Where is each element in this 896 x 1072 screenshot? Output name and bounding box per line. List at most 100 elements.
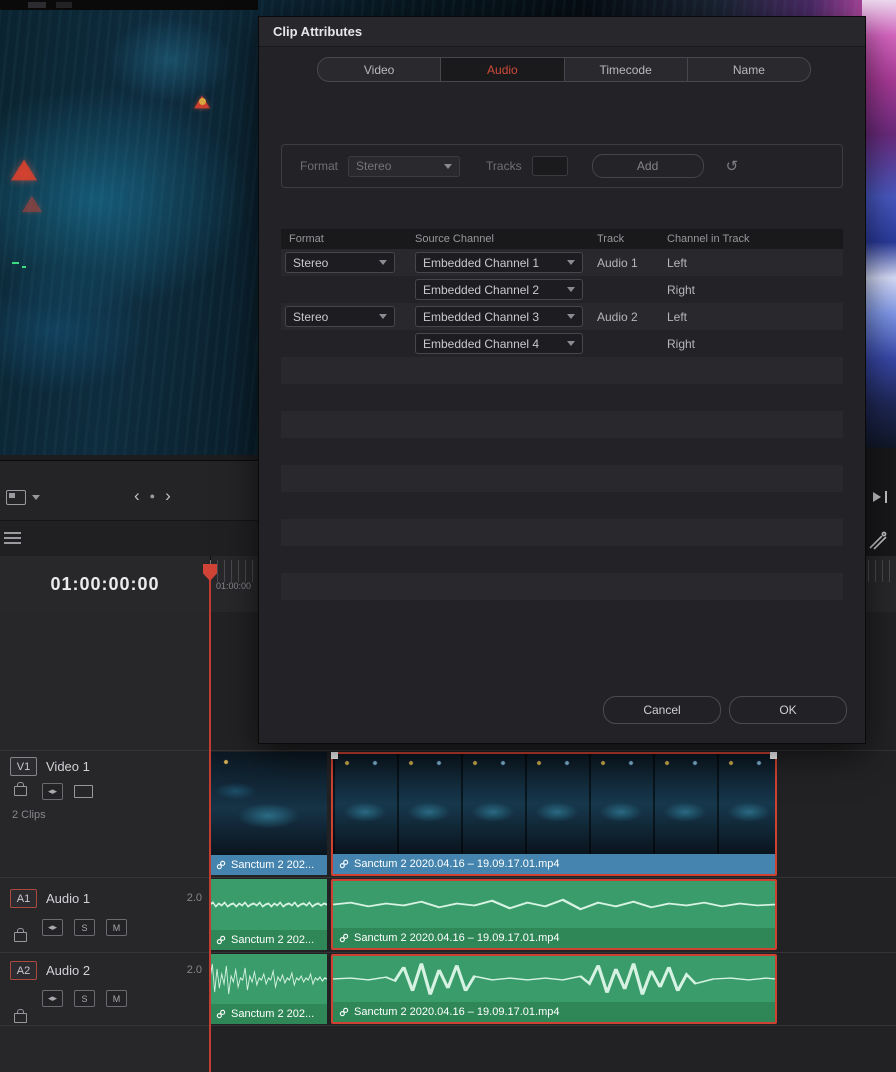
row1-source-dropdown[interactable]: Embedded Channel 1	[415, 252, 583, 273]
header-channel-in-track: Channel in Track	[667, 233, 750, 245]
audio1-track-name[interactable]: Audio 1	[46, 891, 90, 906]
audio-clip-label: Sanctum 2 202...	[210, 1004, 327, 1024]
clip-filename: Sanctum 2 2020.04.16 – 19.09.17.01.mp4	[354, 1006, 560, 1018]
video-track-enable-icon[interactable]	[74, 785, 93, 798]
reset-icon[interactable]: ↺	[726, 157, 739, 175]
link-icon	[216, 935, 226, 945]
viewer-mode-icon[interactable]	[6, 490, 26, 505]
tab-name[interactable]: Name	[688, 58, 810, 81]
preview-dot-icon	[199, 98, 206, 105]
audio2-lock-icon[interactable]	[14, 1009, 27, 1023]
audio1-clip-2-selected[interactable]: Sanctum 2 2020.04.16 – 19.09.17.01.mp4	[331, 879, 777, 950]
empty-table-row	[281, 573, 843, 600]
cancel-button[interactable]: Cancel	[603, 696, 721, 724]
viewer-mode-dropdown-icon[interactable]	[32, 495, 40, 500]
track-separator	[0, 877, 896, 878]
app-window: ‹ ● › 01:00:00:00 01:00:00 V1 Video 1 ◂▸…	[0, 0, 896, 1072]
audio-waveform	[333, 956, 775, 1002]
audio1-mute-button[interactable]: M	[106, 919, 127, 936]
audio2-channel-format: 2.0	[186, 964, 202, 976]
table-row: Stereo Embedded Channel 3 Audio 2 Left	[281, 303, 843, 330]
header-format: Format	[289, 233, 324, 245]
clip-attributes-dialog: Clip Attributes Video Audio Timecode Nam…	[258, 16, 866, 744]
ok-button[interactable]: OK	[729, 696, 847, 724]
audio1-solo-button[interactable]: S	[74, 919, 95, 936]
top-strip-chip	[56, 2, 72, 8]
row3-format-value: Stereo	[293, 309, 329, 324]
audio1-track-badge[interactable]: A1	[10, 889, 37, 908]
timeline-view-options-icon[interactable]	[4, 532, 21, 544]
clip-filename: Sanctum 2 202...	[231, 934, 315, 946]
row1-track: Audio 1	[597, 255, 638, 270]
header-source-channel: Source Channel	[415, 233, 494, 245]
chevron-down-icon	[567, 341, 575, 346]
row1-channel: Left	[667, 255, 688, 270]
add-button[interactable]: Add	[591, 154, 704, 178]
link-icon	[216, 860, 226, 870]
row1-format-dropdown[interactable]: Stereo	[285, 252, 395, 273]
video-preview-right-edge	[862, 0, 896, 448]
audio2-mute-button[interactable]: M	[106, 990, 127, 1007]
audio2-clip-1[interactable]: Sanctum 2 202...	[210, 954, 327, 1024]
audio-waveform	[210, 954, 327, 1004]
audio1-lock-icon[interactable]	[14, 928, 27, 942]
empty-table-row	[281, 492, 843, 519]
track-separator	[0, 750, 896, 751]
row1-source-value: Embedded Channel 1	[423, 255, 540, 270]
row3-format-dropdown[interactable]: Stereo	[285, 306, 395, 327]
video-clip-2-selected[interactable]: Sanctum 2 2020.04.16 – 19.09.17.01.mp4	[331, 752, 777, 876]
skip-to-end-icon[interactable]	[873, 490, 889, 504]
tracks-label: Tracks	[486, 159, 522, 173]
video-track-badge[interactable]: V1	[10, 757, 37, 776]
ruler-time-label: 01:00:00	[216, 581, 252, 591]
tab-timecode[interactable]: Timecode	[565, 58, 688, 81]
row4-source-dropdown[interactable]: Embedded Channel 4	[415, 333, 583, 354]
video-track-lock-icon[interactable]	[14, 782, 27, 796]
audio2-track-name[interactable]: Audio 2	[46, 963, 90, 978]
format-dropdown-disabled[interactable]: Stereo	[348, 155, 461, 177]
clip-filename: Sanctum 2 2020.04.16 – 19.09.17.01.mp4	[354, 932, 560, 944]
dialog-tabs: Video Audio Timecode Name	[317, 57, 811, 82]
video-track-name[interactable]: Video 1	[46, 759, 90, 774]
video-track-clip-count: 2 Clips	[12, 809, 46, 821]
clip-filename: Sanctum 2 2020.04.16 – 19.09.17.01.mp4	[354, 858, 560, 870]
clip-trim-handle[interactable]	[770, 752, 777, 759]
video-track-autoselect-icon[interactable]: ◂▸	[42, 783, 63, 800]
top-strip-chip	[28, 2, 46, 8]
track-separator	[0, 1025, 896, 1026]
audio2-clip-2-selected[interactable]: Sanctum 2 2020.04.16 – 19.09.17.01.mp4	[331, 954, 777, 1024]
audio2-solo-button[interactable]: S	[74, 990, 95, 1007]
row2-source-dropdown[interactable]: Embedded Channel 2	[415, 279, 583, 300]
audio1-autoselect-icon[interactable]: ◂▸	[42, 919, 63, 936]
timeline-tools-icon[interactable]	[866, 528, 890, 552]
tab-audio[interactable]: Audio	[441, 58, 565, 81]
playhead-line[interactable]	[209, 578, 211, 1072]
channel-mapping-table: Format Source Channel Track Channel in T…	[281, 229, 843, 600]
tracks-count-input[interactable]	[531, 156, 568, 176]
row3-source-dropdown[interactable]: Embedded Channel 3	[415, 306, 583, 327]
chevron-down-icon	[567, 314, 575, 319]
previous-frame-button[interactable]: ‹	[134, 486, 140, 506]
empty-table-row	[281, 519, 843, 546]
next-frame-button[interactable]: ›	[165, 486, 171, 506]
row4-channel: Right	[667, 336, 696, 351]
audio1-channel-format: 2.0	[186, 892, 202, 904]
preview-green-mark	[22, 266, 26, 268]
audio2-autoselect-icon[interactable]: ◂▸	[42, 990, 63, 1007]
tab-video[interactable]: Video	[318, 58, 442, 81]
audio2-track-badge[interactable]: A2	[10, 961, 37, 980]
dialog-title: Clip Attributes	[259, 17, 865, 47]
stop-button[interactable]: ●	[150, 491, 155, 501]
table-row: Stereo Embedded Channel 1 Audio 1 Left	[281, 249, 843, 276]
add-tracks-section: Format Stereo Tracks Add ↺	[281, 144, 843, 188]
empty-table-row	[281, 411, 843, 438]
row2-source-value: Embedded Channel 2	[423, 282, 540, 297]
chevron-down-icon	[567, 260, 575, 265]
video-clip-1[interactable]: Sanctum 2 202...	[210, 752, 327, 876]
audio1-clip-1[interactable]: Sanctum 2 202...	[210, 879, 327, 950]
chevron-down-icon	[379, 314, 387, 319]
table-row: Embedded Channel 4 Right	[281, 330, 843, 357]
top-strip	[0, 0, 258, 10]
clip-trim-handle[interactable]	[331, 752, 338, 759]
timecode-display[interactable]: 01:00:00:00	[50, 574, 159, 595]
